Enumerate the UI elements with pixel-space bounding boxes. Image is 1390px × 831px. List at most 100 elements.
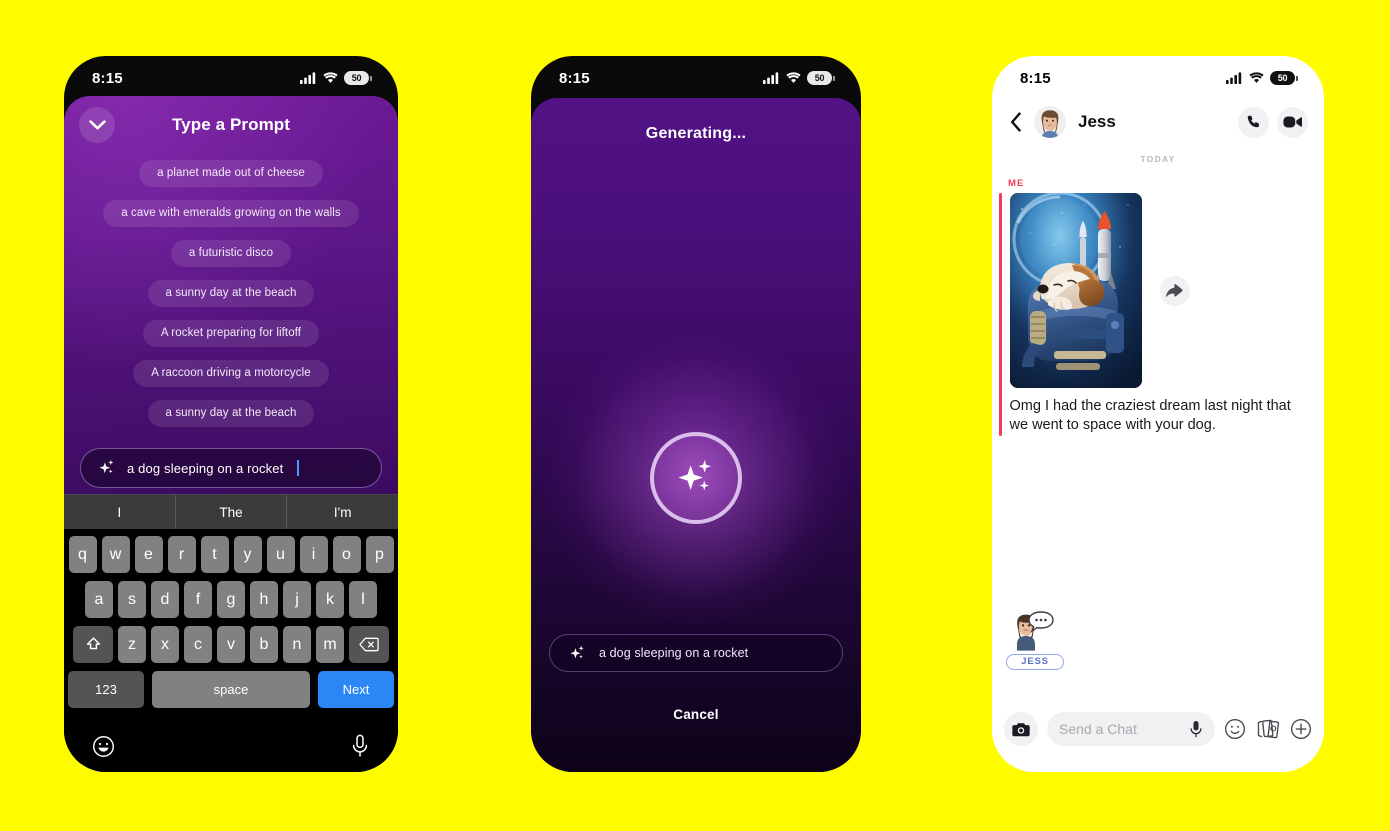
sticker-cards-icon xyxy=(1257,719,1280,739)
prompt-suggestion-chip[interactable]: a planet made out of cheese xyxy=(139,160,323,187)
emoji-button[interactable] xyxy=(1224,718,1246,740)
page-title: Type a Prompt xyxy=(171,115,291,134)
forward-button[interactable] xyxy=(1159,275,1190,306)
sparkle-icon xyxy=(678,459,711,491)
keyboard-row-3: z x c v b n m xyxy=(68,626,394,663)
generating-prompt[interactable]: a dog sleeping on a rocket xyxy=(549,634,843,672)
chat-input[interactable]: Send a Chat xyxy=(1047,712,1215,746)
space-key[interactable]: space xyxy=(152,671,310,708)
generated-snap-image[interactable] xyxy=(1009,193,1142,388)
key[interactable]: i xyxy=(299,536,328,573)
microphone-icon[interactable] xyxy=(350,734,370,758)
add-button[interactable] xyxy=(1290,718,1312,740)
battery-cap xyxy=(1296,75,1298,81)
status-icons: 50 xyxy=(300,71,372,85)
back-button[interactable] xyxy=(1004,112,1028,132)
battery-cap xyxy=(833,75,835,81)
message-body: Omg I had the craziest dream last night … xyxy=(1009,193,1325,436)
keyboard-bottom-bar xyxy=(64,720,398,772)
prompt-suggestion-chip[interactable]: A rocket preparing for liftoff xyxy=(142,320,320,347)
key[interactable]: v xyxy=(217,626,245,663)
keyboard-row-2: a s d f g h j k l xyxy=(68,581,394,618)
key[interactable]: c xyxy=(184,626,212,663)
key[interactable]: n xyxy=(283,626,311,663)
prompt-suggestion-chip[interactable]: a sunny day at the beach xyxy=(147,400,315,427)
backspace-key[interactable] xyxy=(349,626,389,663)
camera-button[interactable] xyxy=(1004,712,1038,746)
avatar[interactable] xyxy=(1034,106,1066,138)
keyboard-suggestion[interactable]: I xyxy=(64,495,175,529)
status-bar: 8:15 50 xyxy=(64,56,398,100)
generating-screen-body: Generating... a dog sleeping on a rocket… xyxy=(531,98,861,772)
video-call-button[interactable] xyxy=(1277,106,1308,138)
sparkle-icon xyxy=(99,459,114,474)
chat-tray-icons xyxy=(1224,718,1312,740)
battery-level: 50 xyxy=(344,71,369,85)
key[interactable]: o xyxy=(332,536,361,573)
numbers-key[interactable]: 123 xyxy=(68,671,145,708)
call-button[interactable] xyxy=(1238,106,1269,138)
key[interactable]: w xyxy=(101,536,130,573)
status-time: 8:15 xyxy=(1020,69,1051,87)
keyboard-row-4: 123 space Next xyxy=(68,671,394,708)
key[interactable]: t xyxy=(200,536,229,573)
prompt-suggestion-chip[interactable]: a cave with emeralds growing on the wall… xyxy=(103,200,359,227)
forward-arrow-icon xyxy=(1166,284,1183,297)
key[interactable]: h xyxy=(250,581,278,618)
battery-indicator: 50 xyxy=(344,71,372,85)
key[interactable]: e xyxy=(134,536,163,573)
chat-input-placeholder: Send a Chat xyxy=(1059,721,1137,737)
presence-bitmoji[interactable] xyxy=(1006,610,1056,660)
key[interactable]: q xyxy=(68,536,97,573)
key[interactable]: y xyxy=(233,536,262,573)
shift-key[interactable] xyxy=(73,626,113,663)
keyboard-suggestion-strip: I The I'm xyxy=(64,494,398,529)
prompt-input-wrapper: a dog sleeping on a rocket xyxy=(64,448,398,488)
battery-indicator: 50 xyxy=(1270,71,1298,85)
dog-on-rocket-illustration xyxy=(1009,193,1142,388)
status-bar: 8:15 50 xyxy=(992,56,1324,100)
next-key[interactable]: Next xyxy=(317,671,394,708)
screenshot-stage: 8:15 50 Type a Prompt a planet made out … xyxy=(0,0,1390,831)
key[interactable]: z xyxy=(118,626,146,663)
cancel-button[interactable]: Cancel xyxy=(531,707,861,722)
emoji-smile-icon[interactable] xyxy=(92,735,115,758)
key[interactable]: f xyxy=(184,581,212,618)
phone-prompt-screen: 8:15 50 Type a Prompt a planet made out … xyxy=(64,56,398,772)
battery-level: 50 xyxy=(807,71,832,85)
key[interactable]: s xyxy=(118,581,146,618)
key[interactable]: u xyxy=(266,536,295,573)
key[interactable]: r xyxy=(167,536,196,573)
generating-prompt-wrapper: a dog sleeping on a rocket xyxy=(549,634,843,672)
close-button[interactable] xyxy=(79,107,115,143)
prompt-suggestion-chip[interactable]: a sunny day at the beach xyxy=(147,280,315,307)
phone-chat-screen: 8:15 50 Jess TODAY ME Omg I had the craz… xyxy=(992,56,1324,772)
date-divider: TODAY xyxy=(1140,154,1176,164)
cellular-bars-icon xyxy=(763,72,779,84)
microphone-icon[interactable] xyxy=(1189,720,1203,738)
chat-contact-name: Jess xyxy=(1078,112,1116,131)
prompt-suggestion-chip[interactable]: A raccoon driving a motorcycle xyxy=(133,360,329,387)
status-time: 8:15 xyxy=(92,69,123,87)
keyboard-suggestion[interactable]: I'm xyxy=(286,495,398,529)
prompt-input[interactable]: a dog sleeping on a rocket xyxy=(80,448,382,488)
key[interactable]: a xyxy=(85,581,113,618)
keyboard-suggestion[interactable]: The xyxy=(174,495,287,529)
prompt-suggestion-list: a planet made out of cheese a cave with … xyxy=(64,154,398,427)
cellular-bars-icon xyxy=(300,72,316,84)
snap-row xyxy=(1009,193,1325,388)
key[interactable]: d xyxy=(151,581,179,618)
key[interactable]: m xyxy=(316,626,344,663)
plus-circle-icon xyxy=(1290,718,1312,740)
prompt-suggestion-chip[interactable]: a futuristic disco xyxy=(170,240,292,267)
loading-orb xyxy=(531,323,861,633)
key[interactable]: k xyxy=(316,581,344,618)
key[interactable]: p xyxy=(365,536,394,573)
key[interactable]: g xyxy=(217,581,245,618)
key[interactable]: l xyxy=(349,581,377,618)
key[interactable]: j xyxy=(283,581,311,618)
battery-cap xyxy=(370,75,372,81)
key[interactable]: b xyxy=(250,626,278,663)
key[interactable]: x xyxy=(151,626,179,663)
sticker-button[interactable] xyxy=(1256,718,1280,740)
